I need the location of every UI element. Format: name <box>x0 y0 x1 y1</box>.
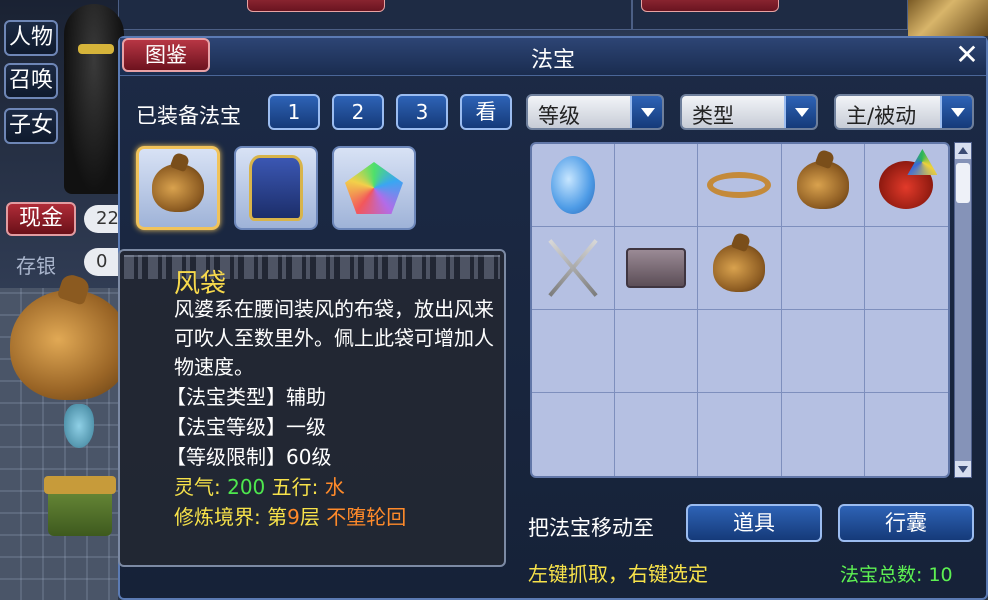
tooltip-element-value: 水 <box>324 475 345 499</box>
chevron-down-icon[interactable] <box>784 96 816 128</box>
side-tab-summon[interactable]: 召唤 <box>4 63 58 99</box>
filter-active-passive-dropdown[interactable]: 主/被动 <box>834 94 974 130</box>
scroll-down-icon[interactable] <box>955 461 971 477</box>
scroll-thumb[interactable] <box>956 163 970 203</box>
tooltip-spirit-label: 灵气: <box>174 475 221 499</box>
inventory-slot[interactable] <box>698 393 782 476</box>
wind-bag-icon <box>152 164 204 212</box>
tooltip-type: 【法宝类型】辅助 <box>166 385 326 409</box>
dialog-title: 法宝 <box>530 48 575 73</box>
background-button-right <box>641 0 779 12</box>
equipped-label: 已装备法宝 <box>136 104 241 128</box>
wind-bag-icon <box>713 244 766 292</box>
savings-label: 存银 <box>16 254 56 278</box>
crossed-swords-icon <box>541 236 605 300</box>
inventory-slot[interactable] <box>615 393 699 476</box>
inventory-slot[interactable] <box>532 227 616 310</box>
chevron-down-icon[interactable] <box>630 96 662 128</box>
blue-stone-icon <box>551 156 596 214</box>
scroll-up-icon[interactable] <box>955 143 971 159</box>
inventory-slot[interactable] <box>781 227 865 310</box>
tooltip-realm-suffix: 层 <box>299 505 320 529</box>
inventory-grid <box>530 142 950 478</box>
side-tab-children[interactable]: 子女 <box>4 108 58 144</box>
background-top-divider <box>631 0 633 30</box>
inventory-slot[interactable] <box>864 310 948 393</box>
move-to-items-button[interactable]: 道具 <box>686 504 822 542</box>
tooltip-element-label: 五行: <box>271 475 319 499</box>
inventory-slot[interactable] <box>615 227 699 310</box>
filter-type-dropdown[interactable]: 类型 <box>680 94 818 130</box>
inventory-slot[interactable] <box>698 144 782 227</box>
inventory-slot[interactable] <box>698 227 782 310</box>
dialog-titlebar: 法宝 <box>120 38 986 76</box>
tooltip-description: 风婆系在腰间装风的布袋，放出风来可吹人至数里外。佩上此袋可增加人物速度。 <box>174 297 494 379</box>
side-tab-character[interactable]: 人物 <box>4 20 58 56</box>
tooltip-realm-state: 不堕轮回 <box>326 505 407 529</box>
golden-armor-icon <box>249 155 303 221</box>
rainbow-crystal-icon <box>345 162 403 214</box>
inventory-slot[interactable] <box>864 144 948 227</box>
inventory-slot[interactable] <box>532 144 616 227</box>
close-icon[interactable]: ✕ <box>952 40 982 70</box>
page-button-3[interactable]: 3 <box>396 94 448 130</box>
inventory-slot[interactable] <box>864 227 948 310</box>
tooltip-level: 【法宝等级】一级 <box>166 415 326 439</box>
page-button-1[interactable]: 1 <box>268 94 320 130</box>
tooltip-level-limit: 【等级限制】60级 <box>166 445 332 469</box>
tooltip-realm-label: 修炼境界: <box>174 505 261 529</box>
vase-icon <box>64 404 94 448</box>
inventory-slot[interactable] <box>615 310 699 393</box>
treasure-total-count: 法宝总数: 10 <box>840 564 953 586</box>
wind-bag-icon <box>796 161 849 209</box>
catalog-button[interactable]: 图鉴 <box>122 38 210 72</box>
inventory-slot[interactable] <box>781 144 865 227</box>
move-to-label: 把法宝移动至 <box>528 516 654 540</box>
inventory-slot[interactable] <box>865 393 948 476</box>
treasure-box-icon <box>626 248 687 288</box>
inventory-slot[interactable] <box>532 393 616 476</box>
tooltip-realm-layer: 9 <box>287 505 300 529</box>
inventory-slot[interactable] <box>532 310 616 393</box>
filter-type-label: 类型 <box>692 104 734 128</box>
background-gold-frame <box>908 0 988 36</box>
tooltip-spirit-value: 200 <box>227 475 266 499</box>
house-icon <box>44 476 116 536</box>
filter-level-dropdown[interactable]: 等级 <box>526 94 664 130</box>
item-tooltip: 风袋 风婆系在腰间装风的布袋，放出风来可吹人至数里外。佩上此袋可增加人物速度。 … <box>118 249 506 567</box>
inventory-scrollbar[interactable] <box>954 142 972 478</box>
chevron-down-icon[interactable] <box>940 96 972 128</box>
background-top-panel <box>118 0 908 30</box>
tooltip-realm: 修炼境界: 第9层 不堕轮回 <box>174 502 492 532</box>
inventory-slot[interactable] <box>698 310 782 393</box>
equipped-slot-1[interactable] <box>136 146 220 230</box>
character-portrait <box>64 4 124 194</box>
tooltip-stats: 灵气: 200 五行: 水 <box>174 472 492 502</box>
filter-level-label: 等级 <box>538 104 580 128</box>
page-button-2[interactable]: 2 <box>332 94 384 130</box>
wind-bag-large-icon <box>10 290 130 400</box>
equipped-slot-3[interactable] <box>332 146 416 230</box>
controls-hint: 左键抓取，右键选定 <box>528 562 708 586</box>
ladybug-umbrella-icon <box>879 161 934 209</box>
rope-icon <box>707 172 772 198</box>
inventory-slot[interactable] <box>781 310 865 393</box>
equipped-slot-2[interactable] <box>234 146 318 230</box>
inventory-slot[interactable] <box>615 144 699 227</box>
filter-active-passive-label: 主/被动 <box>846 104 917 128</box>
move-to-bag-button[interactable]: 行囊 <box>838 504 974 542</box>
tooltip-item-name: 风袋 <box>174 269 227 299</box>
tooltip-realm-prefix: 第 <box>267 505 288 529</box>
background-button-left <box>247 0 385 12</box>
cash-label: 现金 <box>6 202 76 236</box>
inventory-slot[interactable] <box>782 393 865 476</box>
view-button[interactable]: 看 <box>460 94 512 130</box>
